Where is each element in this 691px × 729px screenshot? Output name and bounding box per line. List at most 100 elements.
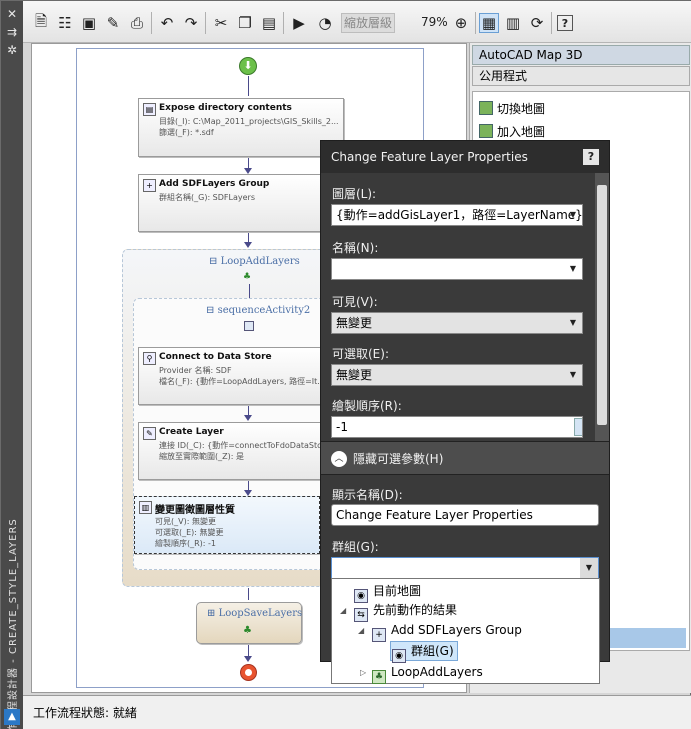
refresh-icon[interactable]: ⟳ (527, 13, 547, 33)
save-loop-label: ⊞ LoopSaveLayers (207, 608, 303, 619)
add-map-icon (479, 124, 493, 138)
activity-line: 可選取(_E): 無變更 (155, 528, 224, 537)
copy-icon[interactable]: ❐ (235, 13, 255, 33)
close-icon[interactable]: ✕ (5, 7, 19, 21)
chevron-down-icon[interactable]: ▼ (564, 205, 582, 225)
selected-list-item[interactable] (600, 628, 686, 648)
draw-order-label: 繪製順序(R): (332, 399, 402, 413)
flow-arrow (249, 284, 250, 298)
document-icon[interactable]: ▥ (503, 13, 523, 33)
collapse-icon[interactable]: ◢ (340, 606, 346, 615)
activity-title: Connect to Data Store (159, 352, 272, 362)
autocad-icon[interactable]: ▲ (4, 709, 20, 725)
hide-optional-parameters-toggle[interactable]: ︿ 隱藏可選參數(H) (321, 441, 609, 475)
tree-item-label: LoopAddLayers (391, 665, 483, 679)
visible-combo[interactable]: 無變更 ▼ (331, 312, 583, 334)
add-group-icon: + (372, 628, 386, 642)
chevron-down-icon[interactable]: ▼ (564, 259, 582, 279)
connect-icon: ⚲ (143, 352, 156, 365)
cut-icon[interactable]: ✂ (211, 13, 231, 33)
tab-utilities[interactable]: 公用程式 (472, 66, 690, 86)
group-tree-popup: ◉ 目前地圖 ◢ ⇆ 先前動作的結果 ◢ + Add SDFLayers Group … (331, 578, 600, 684)
tree-item-add-sdflayers-group[interactable]: + Add SDFLayers Group (372, 621, 522, 642)
layer-label: 圖層(L): (332, 187, 377, 201)
display-name-field[interactable]: Change Feature Layer Properties (331, 504, 599, 526)
tree-item-label: 目前地圖 (373, 584, 422, 598)
activity-title: 變更圖徵圖層性質 (155, 505, 235, 516)
save-icon[interactable]: ▣ (79, 13, 99, 33)
name-combo[interactable]: ▼ (331, 258, 583, 280)
activity-add-sdflayers-group[interactable]: + Add SDFLayers Group 群組名稱(_G): SDFLayer… (138, 174, 344, 232)
activity-line: 連接 ID(_C): {動作=connectToFdoDataSto... (159, 441, 330, 450)
paste-icon[interactable]: ▤ (259, 13, 279, 33)
display-name-value: Change Feature Layer Properties (336, 508, 533, 522)
tree-item-label: 群組(G) (411, 644, 454, 658)
zoom-icon[interactable]: ⊕ (451, 13, 471, 33)
loop-icon: ♣ (243, 272, 252, 282)
side-strip: ✕ ⇉ ✲ 工作流程設計器 - CREATE_STYLE_LAYERS ▲ (1, 1, 23, 729)
loop-icon: ♣ (372, 670, 386, 684)
chevron-down-icon[interactable]: ▼ (580, 558, 598, 578)
dialog-scrollbar[interactable] (595, 173, 609, 441)
group-combo[interactable]: ▼ (331, 557, 599, 579)
tree-item-group[interactable]: ◉ 群組(G) (392, 642, 454, 663)
activity-loop-save-layers[interactable]: ⊞ LoopSaveLayers ♣ (196, 602, 302, 644)
draw-order-input[interactable]: -1 (331, 416, 583, 438)
layer-combo[interactable]: {動作=addGisLayer1，路徑=LayerName} ▼ (331, 204, 583, 226)
help-icon[interactable]: ? (557, 15, 573, 31)
list-item[interactable]: 加入地圖 (479, 123, 545, 140)
tree-item-label: 先前動作的結果 (373, 603, 458, 617)
layer-properties-icon: ▥ (139, 501, 152, 514)
zoom-level-button[interactable]: 縮放層級 (341, 13, 395, 33)
list-item-label: 加入地圖 (497, 125, 546, 139)
redo-icon[interactable]: ↷ (181, 13, 201, 33)
activity-expose-directory[interactable]: ▤ Expose directory contents 目錄(_I): C:\M… (138, 98, 344, 157)
scrollbar-thumb[interactable] (597, 185, 607, 425)
section-label: 隱藏可選參數(H) (353, 452, 444, 466)
activity-change-feature-layer[interactable]: ▥ 變更圖徵圖層性質 可見(_V): 無變更 可選取(_E): 無變更 繪製順序… (134, 496, 320, 554)
tree-item-current-map[interactable]: ◉ 目前地圖 (354, 582, 421, 603)
chevron-down-icon[interactable]: ▼ (564, 313, 582, 333)
activity-line: 檔名(_F): {動作=LoopAddLayers, 路徑=It... (159, 377, 325, 386)
selectable-combo[interactable]: 無變更 ▼ (331, 364, 583, 386)
directory-icon: ▤ (143, 103, 156, 116)
properties-icon[interactable]: ☷ (55, 13, 75, 33)
zoom-value: 79% (421, 15, 448, 29)
run-icon[interactable]: ▶ (289, 13, 309, 33)
add-group-icon: + (143, 179, 156, 192)
new-workflow-icon[interactable]: 🗎 (31, 12, 51, 33)
settings-icon[interactable]: ✲ (5, 43, 19, 57)
activity-title: Expose directory contents (159, 103, 292, 113)
activity-line: 篩選(_F): *.sdf (159, 128, 214, 137)
draw-order-stepper[interactable] (574, 418, 582, 436)
vertical-title: 工作流程設計器 - CREATE_STYLE_LAYERS (8, 518, 19, 729)
chevron-down-icon[interactable]: ▼ (564, 365, 582, 385)
activity-create-layer[interactable]: ✎ Create Layer 連接 ID(_C): {動作=connectToF… (138, 422, 344, 480)
pin-icon[interactable]: ⇉ (5, 25, 19, 39)
expand-icon[interactable]: ▷ (360, 668, 366, 677)
selectable-label: 可選取(E): (332, 347, 389, 361)
dialog-title-text: Change Feature Layer Properties (331, 150, 528, 164)
tree-item-loop-add-layers[interactable]: ♣ LoopAddLayers (372, 663, 483, 684)
flow-arrowhead (244, 656, 252, 662)
activity-line: Provider 名稱: SDF (159, 366, 232, 375)
layout-panel-icon[interactable]: ▦ (479, 13, 499, 33)
collapse-icon[interactable]: ◢ (358, 626, 364, 635)
activity-connect-data-store[interactable]: ⚲ Connect to Data Store Provider 名稱: SDF… (138, 347, 344, 405)
list-item[interactable]: 切換地圖 (479, 100, 545, 117)
ungroup-icon[interactable]: ◔ (315, 13, 335, 33)
help-icon[interactable]: ? (583, 149, 599, 165)
activity-line: 繪製順序(_R): -1 (155, 539, 217, 548)
end-icon (240, 664, 257, 681)
tree-item-previous-results[interactable]: ⇆ 先前動作的結果 (354, 601, 457, 622)
database-icon: ◉ (392, 649, 406, 663)
flow-arrow (248, 588, 249, 600)
activity-line: 可見(_V): 無變更 (155, 517, 216, 526)
undo-icon[interactable]: ↶ (157, 13, 177, 33)
chevron-up-icon: ︿ (331, 451, 347, 467)
print-icon[interactable]: ⎙ (127, 13, 147, 33)
edit-icon[interactable]: ✎ (103, 13, 123, 33)
tab-autocad-map[interactable]: AutoCAD Map 3D (472, 45, 690, 65)
sequence-icon (244, 321, 254, 331)
draw-order-value: -1 (336, 420, 348, 434)
